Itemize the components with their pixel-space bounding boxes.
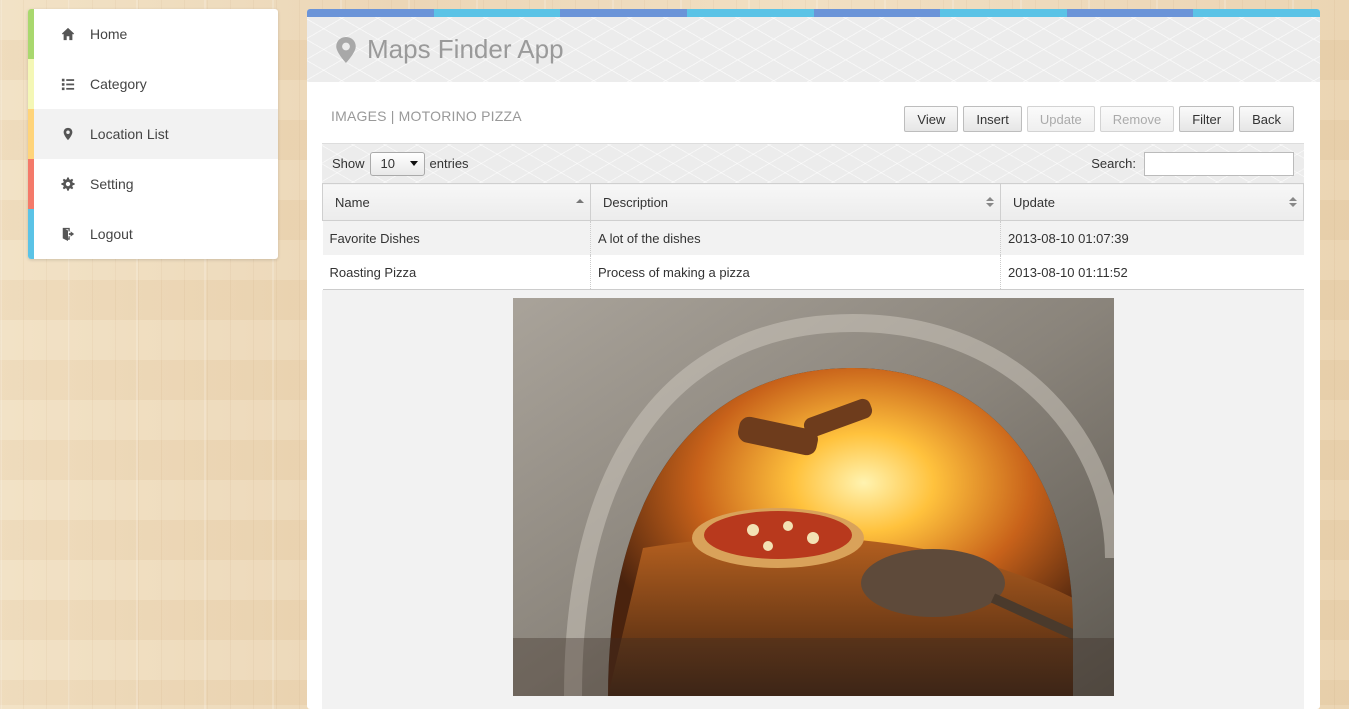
image-preview-area [322,290,1304,709]
header-color-stripe [307,9,1320,17]
sidebar-item-label: Logout [90,226,133,242]
caret-down-icon [409,161,418,166]
main-panel: Maps Finder App IMAGES | MOTORINO PIZZA … [307,9,1320,709]
cell-name: Roasting Pizza [322,255,591,290]
insert-button[interactable]: Insert [963,106,1022,132]
toolbar: View Insert Update Remove Filter Back [904,106,1294,132]
entries-select-value: 10 [380,156,395,171]
sort-ascending-icon [576,199,584,203]
sort-both-icon [1289,197,1297,207]
cell-name: Favorite Dishes [322,220,591,255]
sidebar-item-logout[interactable]: Logout [28,209,278,259]
sidebar-item-setting[interactable]: Setting [28,159,278,209]
cell-update: 2013-08-10 01:07:39 [1000,220,1304,255]
cell-description: A lot of the dishes [590,220,1001,255]
sidebar-item-location-list[interactable]: Location List [28,109,278,159]
sidebar-item-label: Setting [90,176,134,192]
sidebar-menu: Home Category Location List Setting Logo… [28,9,278,259]
section-title: IMAGES | MOTORINO PIZZA [331,108,522,124]
search-control: Search: [1091,151,1294,176]
column-header-name[interactable]: Name [322,183,591,221]
section-bar: IMAGES | MOTORINO PIZZA View Insert Upda… [307,82,1320,138]
column-header-update[interactable]: Update [1000,183,1304,221]
remove-button[interactable]: Remove [1099,106,1175,132]
column-header-label: Update [1013,194,1055,210]
map-marker-icon [60,126,76,142]
images-datatable: Show 10 entries Search: Name Description… [322,143,1304,709]
filter-button[interactable]: Filter [1179,106,1235,132]
home-icon [60,26,76,42]
back-button[interactable]: Back [1239,106,1294,132]
column-header-label: Description [603,194,669,210]
logout-icon [60,226,76,242]
entries-label: entries [429,156,469,171]
column-header-description[interactable]: Description [590,183,1001,221]
entries-length-control: Show 10 entries [332,151,469,176]
app-header: Maps Finder App [307,17,1320,82]
sidebar-item-home[interactable]: Home [28,9,278,59]
app-title: Maps Finder App [367,34,564,64]
sidebar-item-label: Category [90,76,147,92]
search-input[interactable] [1144,151,1294,176]
map-marker-icon [336,36,356,63]
list-icon [60,76,76,92]
view-button[interactable]: View [904,106,959,132]
sort-both-icon [986,197,994,207]
gear-icon [60,176,76,192]
search-label: Search: [1091,156,1136,171]
update-button[interactable]: Update [1026,106,1095,132]
show-label: Show [332,156,365,171]
pizza-oven-photo [513,298,1114,696]
cell-update: 2013-08-10 01:11:52 [1000,255,1304,290]
sidebar-item-category[interactable]: Category [28,59,278,109]
data-table: Name Description Update Favorite Dishes [322,183,1304,290]
column-header-label: Name [335,194,370,210]
table-row[interactable]: Roasting Pizza Process of making a pizza… [322,255,1304,290]
entries-select[interactable]: 10 [369,151,425,176]
sidebar-item-label: Home [90,26,128,42]
sidebar-item-label: Location List [90,126,169,142]
table-row[interactable]: Favorite Dishes A lot of the dishes 2013… [322,220,1304,255]
datatable-controls: Show 10 entries Search: [322,143,1304,183]
cell-description: Process of making a pizza [590,255,1001,290]
